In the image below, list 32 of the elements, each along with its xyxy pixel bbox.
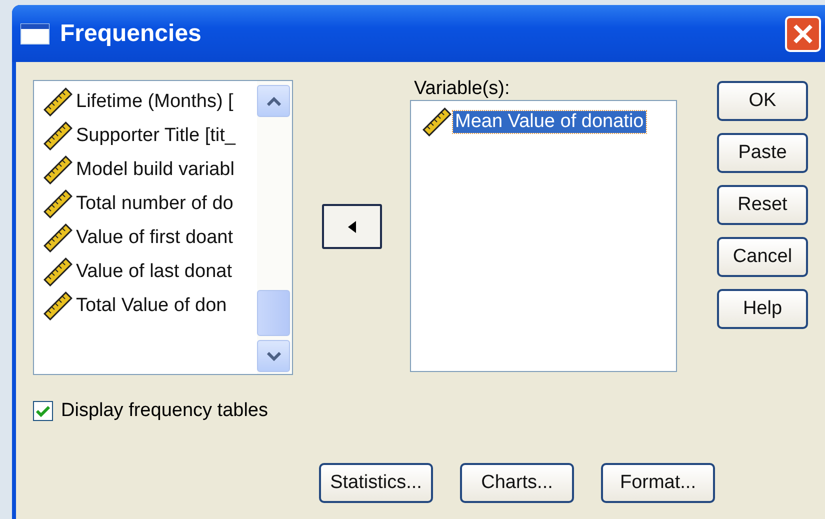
dialog-button[interactable]: Paste <box>717 133 808 173</box>
scroll-up-button[interactable] <box>257 85 290 117</box>
list-item[interactable]: Lifetime (Months) [ <box>74 91 236 113</box>
checkbox[interactable] <box>33 401 53 421</box>
chevron-up-icon <box>266 96 280 106</box>
variables-label: Variable(s): <box>414 78 511 100</box>
dialog-button[interactable]: Reset <box>717 185 808 225</box>
window-icon <box>20 22 50 44</box>
list-item[interactable]: Total Value of don <box>74 295 229 317</box>
dialog-button[interactable]: Help <box>717 289 808 329</box>
close-icon[interactable] <box>785 16 821 52</box>
scroll-down-button[interactable] <box>257 340 290 372</box>
chevron-down-icon <box>266 352 280 360</box>
list-item[interactable]: Total number of do <box>74 193 236 215</box>
left-arrow-icon <box>348 220 356 232</box>
window-title: Frequencies <box>60 20 202 48</box>
move-button[interactable] <box>322 204 382 249</box>
scrollbar[interactable] <box>257 81 292 374</box>
dialog-button[interactable]: Cancel <box>717 237 808 277</box>
dialog-button[interactable]: Format... <box>601 463 715 503</box>
list-item[interactable]: Value of first doant <box>74 227 236 249</box>
list-item[interactable]: Mean Value of donatio <box>453 111 646 133</box>
list-item[interactable]: Supporter Title [tit_ <box>74 125 238 147</box>
scroll-thumb[interactable] <box>257 290 290 336</box>
selected-variables-list[interactable]: Mean Value of donatio <box>410 100 677 372</box>
list-item[interactable]: Value of last donat <box>74 261 234 283</box>
list-item[interactable]: Model build variabl <box>74 159 236 181</box>
dialog-button[interactable]: Statistics... <box>319 463 433 503</box>
dialog-button[interactable]: Charts... <box>460 463 574 503</box>
dialog-button[interactable]: OK <box>717 81 808 121</box>
variable-list[interactable]: Lifetime (Months) [ Supporter Title [tit_ Model build variabl Total number of do Value of first doant Value of last donat Total Value of don <box>33 80 293 375</box>
checkbox-label: Display frequency tables <box>61 400 268 422</box>
